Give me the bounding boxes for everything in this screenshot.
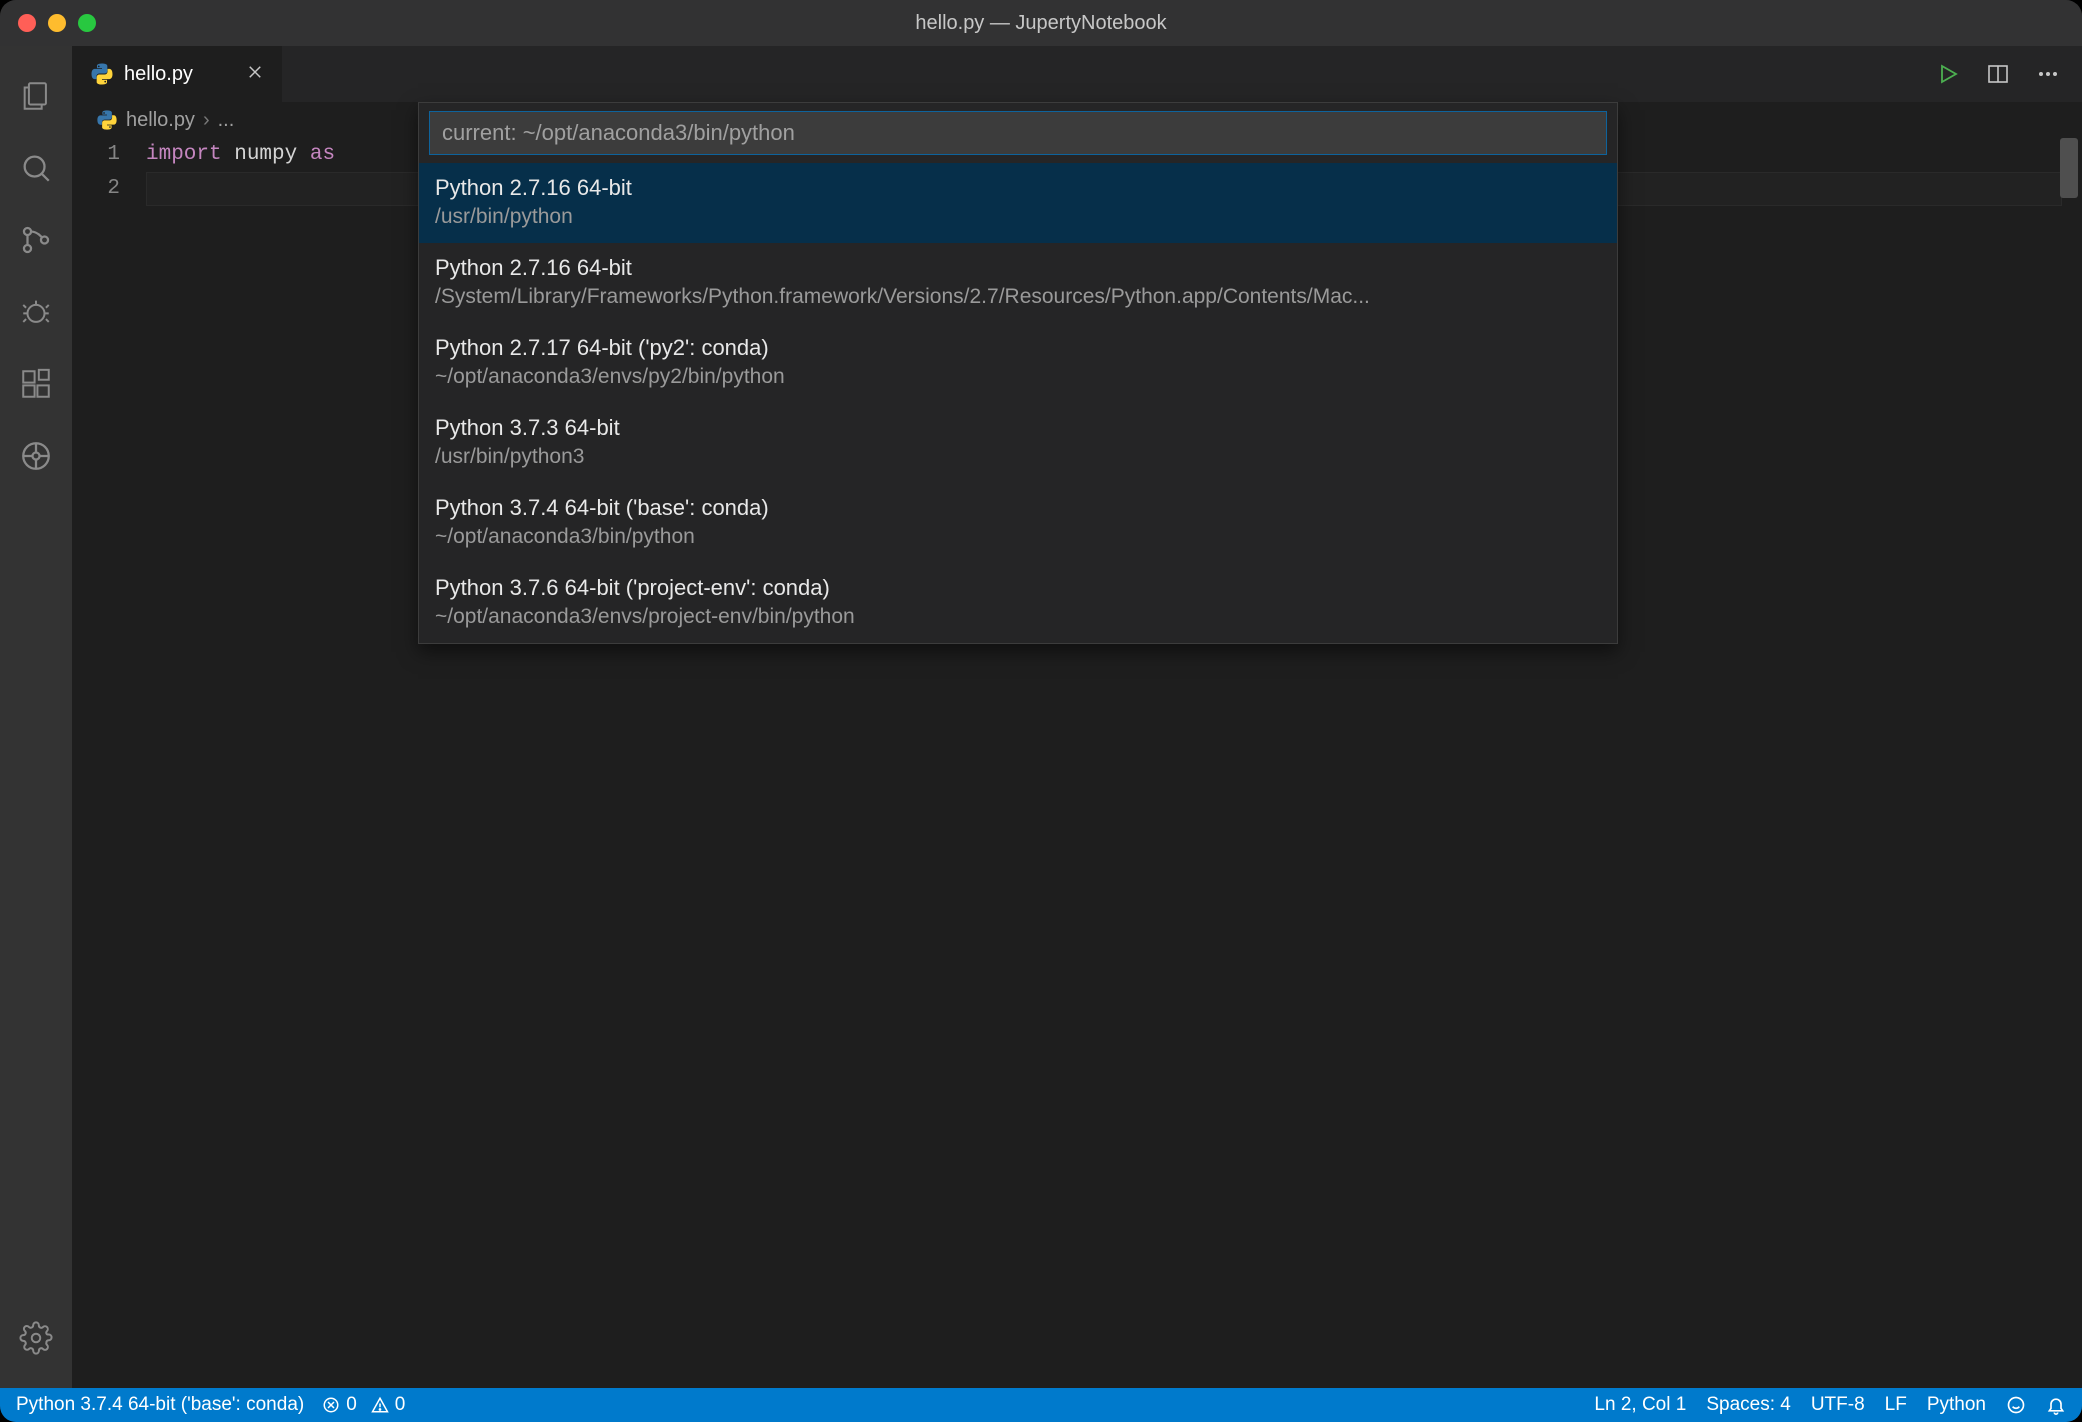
interpreter-search-input[interactable] xyxy=(429,111,1607,155)
close-icon[interactable] xyxy=(246,61,264,87)
window-minimize-button[interactable] xyxy=(48,14,66,32)
editor-toolbar xyxy=(1934,46,2082,102)
interpreter-option-title: Python 2.7.16 64-bit xyxy=(435,253,1601,283)
line-gutter: 12 xyxy=(72,138,146,1388)
tab-label: hello.py xyxy=(124,63,193,86)
tab-bar: hello.py xyxy=(72,46,2082,102)
interpreter-option-title: Python 3.7.4 64-bit ('base': conda) xyxy=(435,493,1601,523)
remote-icon[interactable] xyxy=(0,420,72,492)
interpreter-option-title: Python 3.7.6 64-bit ('project-env': cond… xyxy=(435,573,1601,603)
interpreter-list: Python 2.7.16 64-bit/usr/bin/pythonPytho… xyxy=(419,163,1617,643)
status-feedback[interactable] xyxy=(2006,1395,2026,1415)
status-errors-count: 0 xyxy=(346,1394,357,1416)
interpreter-option[interactable]: Python 3.7.6 64-bit ('project-env': cond… xyxy=(419,563,1617,643)
breadcrumb-file: hello.py xyxy=(126,109,195,132)
window-zoom-button[interactable] xyxy=(78,14,96,32)
gear-icon[interactable] xyxy=(0,1302,72,1374)
source-control-icon[interactable] xyxy=(0,204,72,276)
status-language[interactable]: Python xyxy=(1927,1394,1986,1416)
interpreter-option[interactable]: Python 2.7.17 64-bit ('py2': conda)~/opt… xyxy=(419,323,1617,403)
status-notifications[interactable] xyxy=(2046,1395,2066,1415)
status-problems[interactable]: 0 0 xyxy=(322,1394,405,1416)
status-eol[interactable]: LF xyxy=(1885,1394,1907,1416)
status-bar: Python 3.7.4 64-bit ('base': conda) 0 0 … xyxy=(0,1388,2082,1422)
explorer-icon[interactable] xyxy=(0,60,72,132)
python-icon xyxy=(96,109,118,131)
window-title: hello.py — JupertyNotebook xyxy=(0,12,2082,35)
status-warnings-count: 0 xyxy=(395,1394,406,1416)
debug-icon[interactable] xyxy=(0,276,72,348)
interpreter-option-path: /usr/bin/python3 xyxy=(435,443,1601,471)
scrollbar-thumb[interactable] xyxy=(2060,138,2078,198)
interpreter-option-path: /System/Library/Frameworks/Python.framew… xyxy=(435,283,1601,311)
python-icon xyxy=(90,62,114,86)
interpreter-option[interactable]: Python 2.7.16 64-bit/System/Library/Fram… xyxy=(419,243,1617,323)
status-spaces[interactable]: Spaces: 4 xyxy=(1706,1394,1791,1416)
activity-bar xyxy=(0,46,72,1388)
interpreter-option[interactable]: Python 3.7.4 64-bit ('base': conda)~/opt… xyxy=(419,483,1617,563)
split-editor-button[interactable] xyxy=(1984,60,2012,88)
interpreter-option-path: ~/opt/anaconda3/envs/py2/bin/python xyxy=(435,363,1601,391)
interpreter-option-path: /usr/bin/python xyxy=(435,203,1601,231)
warning-icon xyxy=(371,1396,389,1414)
extensions-icon[interactable] xyxy=(0,348,72,420)
status-interpreter[interactable]: Python 3.7.4 64-bit ('base': conda) xyxy=(16,1394,304,1416)
tab-hello-py[interactable]: hello.py xyxy=(72,46,282,102)
line-number: 2 xyxy=(72,172,120,206)
interpreter-option[interactable]: Python 3.7.3 64-bit/usr/bin/python3 xyxy=(419,403,1617,483)
run-button[interactable] xyxy=(1934,60,1962,88)
line-number: 1 xyxy=(72,138,120,172)
chevron-right-icon: › xyxy=(203,109,210,132)
search-icon[interactable] xyxy=(0,132,72,204)
breadcrumb-segment: ... xyxy=(218,109,235,132)
interpreter-option-path: ~/opt/anaconda3/bin/python xyxy=(435,523,1601,551)
more-actions-button[interactable] xyxy=(2034,60,2062,88)
title-bar: hello.py — JupertyNotebook xyxy=(0,0,2082,46)
error-icon xyxy=(322,1396,340,1414)
window-close-button[interactable] xyxy=(18,14,36,32)
status-encoding[interactable]: UTF-8 xyxy=(1811,1394,1865,1416)
interpreter-option-title: Python 3.7.3 64-bit xyxy=(435,413,1601,443)
interpreter-picker: Python 2.7.16 64-bit/usr/bin/pythonPytho… xyxy=(418,102,1618,644)
interpreter-option[interactable]: Python 2.7.16 64-bit/usr/bin/python xyxy=(419,163,1617,243)
interpreter-option-title: Python 2.7.17 64-bit ('py2': conda) xyxy=(435,333,1601,363)
interpreter-option-path: ~/opt/anaconda3/envs/project-env/bin/pyt… xyxy=(435,603,1601,631)
app-window: hello.py — JupertyNotebook xyxy=(0,0,2082,1422)
traffic-lights xyxy=(18,14,96,32)
interpreter-option-title: Python 2.7.16 64-bit xyxy=(435,173,1601,203)
editor-area: hello.py xyxy=(72,46,2082,1388)
status-cursor[interactable]: Ln 2, Col 1 xyxy=(1594,1394,1686,1416)
